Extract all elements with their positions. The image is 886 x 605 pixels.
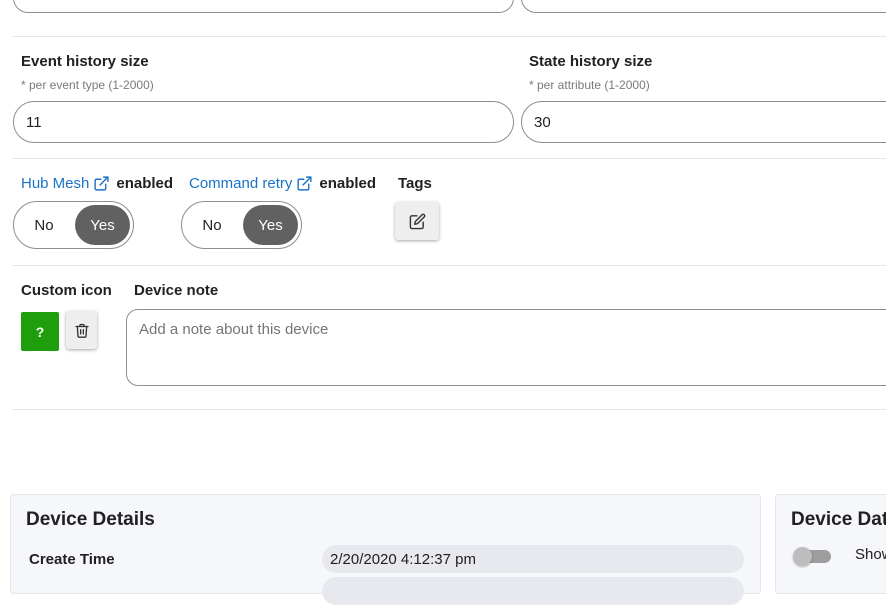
create-time-text: 2/20/2020 4:12:37 pm (330, 550, 476, 568)
toggle-knob (793, 547, 812, 566)
hub-mesh-no-option[interactable]: No (14, 202, 74, 248)
device-note-textarea[interactable] (126, 309, 886, 386)
command-retry-label: Command retry enabled (189, 175, 376, 192)
top-right-input[interactable] (521, 0, 886, 13)
command-retry-no-option[interactable]: No (182, 202, 242, 248)
external-link-icon[interactable] (296, 175, 313, 192)
command-retry-link[interactable]: Command retry (189, 175, 292, 192)
hub-mesh-suffix: enabled (116, 175, 174, 192)
top-left-input[interactable] (13, 0, 514, 13)
event-history-label: Event history size (21, 53, 149, 70)
delete-icon-button[interactable] (66, 311, 97, 349)
device-details-title: Device Details (26, 509, 155, 530)
divider (12, 36, 886, 37)
edit-icon (409, 213, 425, 229)
show-toggle-label: Show (855, 546, 886, 563)
custom-icon-label: Custom icon (21, 282, 112, 299)
event-history-hint: * per event type (1-2000) (21, 78, 154, 92)
state-history-value: 30 (534, 113, 551, 131)
trash-icon (74, 323, 89, 338)
hub-mesh-link[interactable]: Hub Mesh (21, 175, 89, 192)
hub-mesh-toggle[interactable]: No Yes (13, 201, 134, 249)
hub-mesh-yes-option[interactable]: Yes (75, 205, 130, 245)
command-retry-yes-option[interactable]: Yes (243, 205, 298, 245)
hub-mesh-label: Hub Mesh enabled (21, 175, 173, 192)
event-history-input[interactable]: 11 (13, 101, 514, 143)
tags-label: Tags (398, 175, 432, 192)
divider (12, 409, 886, 410)
event-history-value: 11 (26, 113, 42, 131)
state-history-hint: * per attribute (1-2000) (529, 78, 650, 92)
device-data-title: Device Data (791, 509, 886, 530)
show-toggle-switch[interactable] (793, 547, 833, 566)
divider (12, 158, 886, 159)
command-retry-suffix: enabled (319, 175, 377, 192)
command-retry-toggle[interactable]: No Yes (181, 201, 302, 249)
state-history-label: State history size (529, 53, 653, 70)
external-link-icon[interactable] (93, 175, 110, 192)
next-value-pill (322, 577, 744, 605)
device-details-card: Device Details Create Time 2/20/2020 4:1… (10, 494, 761, 605)
edit-tags-button[interactable] (395, 202, 439, 240)
device-data-card: Device Data Show (775, 494, 886, 594)
divider (12, 265, 886, 266)
device-note-label: Device note (134, 282, 219, 299)
custom-icon-glyph: ? (35, 323, 45, 340)
custom-icon-button[interactable]: ? (21, 312, 59, 351)
create-time-label: Create Time (29, 551, 115, 568)
state-history-input[interactable]: 30 (521, 101, 886, 143)
create-time-value: 2/20/2020 4:12:37 pm (322, 545, 744, 573)
